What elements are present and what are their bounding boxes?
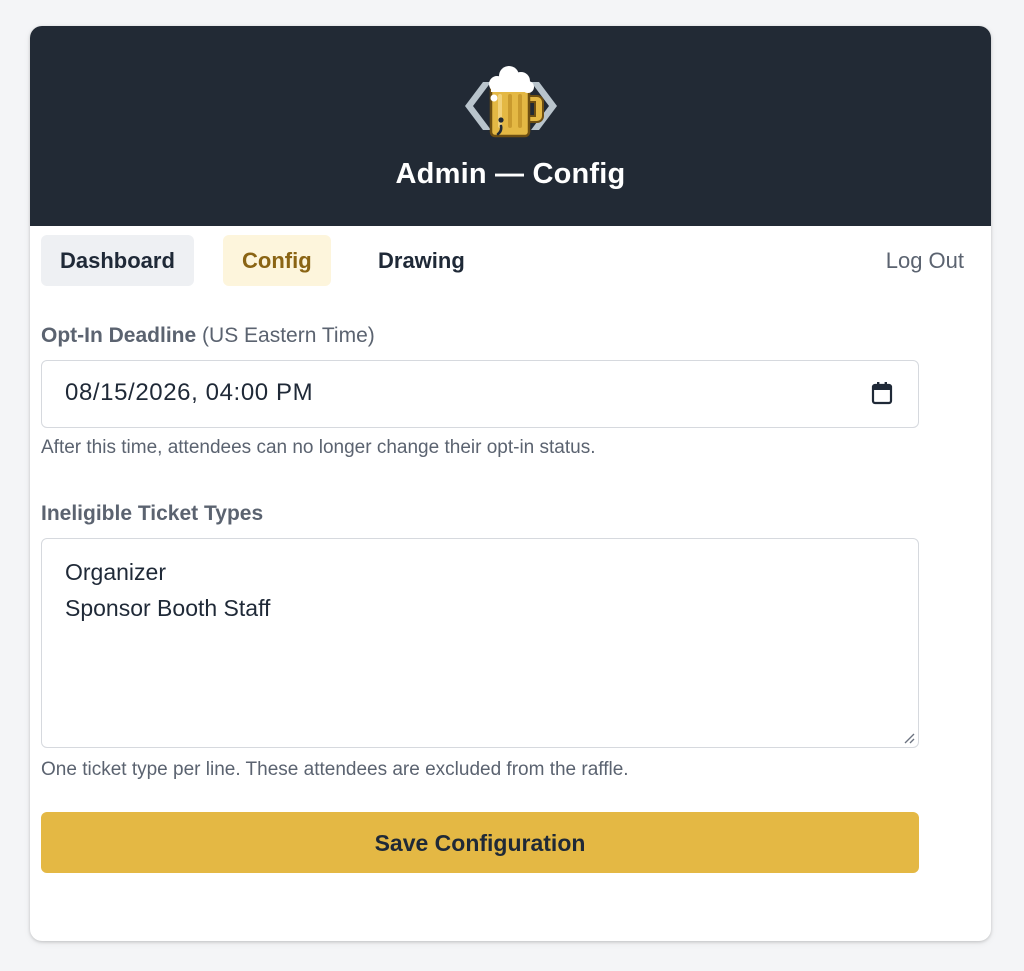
save-configuration-button[interactable]: Save Configuration xyxy=(41,812,919,873)
logout-link[interactable]: Log Out xyxy=(867,235,983,286)
tab-config[interactable]: Config xyxy=(223,235,331,286)
admin-nav: Dashboard Config Drawing Log Out xyxy=(41,235,983,287)
page-title: Admin — Config xyxy=(395,158,626,190)
ineligible-label: Ineligible Ticket Types xyxy=(41,502,264,525)
ineligible-help-text: One ticket type per line. These attendee… xyxy=(41,759,629,780)
calendar-icon[interactable] xyxy=(871,381,893,405)
resize-handle-icon[interactable] xyxy=(903,732,915,744)
ineligible-ticket-types-textarea[interactable]: Organizer Sponsor Booth Staff xyxy=(41,538,919,748)
deadline-label: Opt-In Deadline (US Eastern Time) xyxy=(41,324,375,348)
header: Admin — Config xyxy=(30,26,991,226)
deadline-value: 08/15/2026, 04:00 PM xyxy=(65,379,314,406)
config-card: Admin — Config xyxy=(30,26,991,941)
tab-drawing[interactable]: Drawing xyxy=(359,235,484,286)
deadline-label-text: Opt-In Deadline xyxy=(41,324,197,347)
deadline-datetime-input[interactable]: 08/15/2026, 04:00 PM xyxy=(41,360,919,428)
deadline-help-text: After this time, attendees can no longer… xyxy=(41,437,596,458)
tab-dashboard[interactable]: Dashboard xyxy=(41,235,194,286)
deadline-label-timezone: (US Eastern Time) xyxy=(202,324,375,347)
ticket-type-line: Organizer xyxy=(65,559,166,585)
beer-mug-code-logo xyxy=(465,66,557,138)
ticket-type-line: Sponsor Booth Staff xyxy=(65,595,271,621)
